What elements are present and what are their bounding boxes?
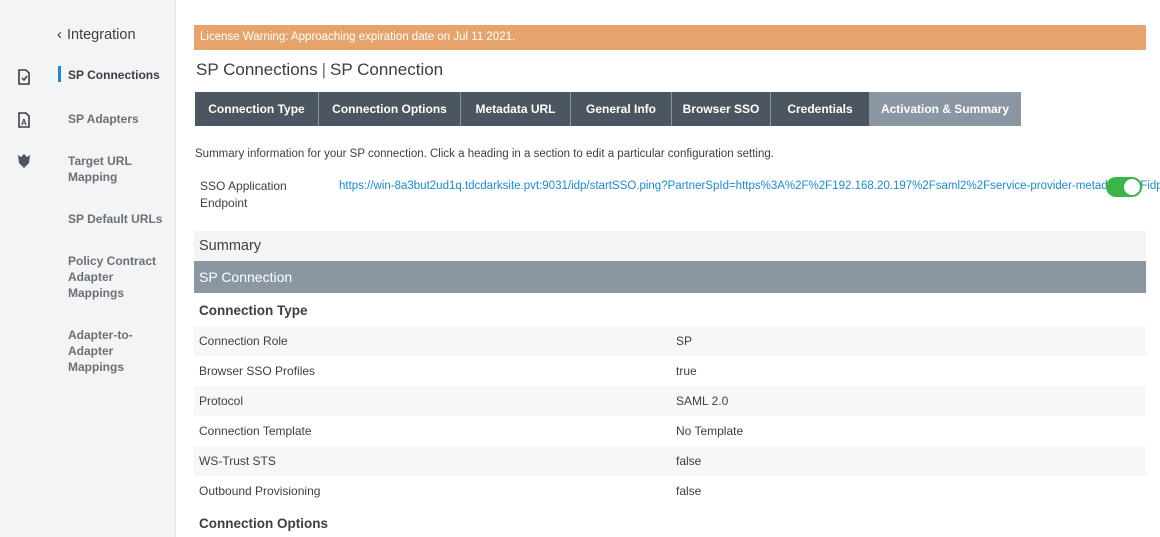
chevron-left-icon: ‹ [57,26,62,43]
breadcrumb-sp-connection: SP Connection [330,60,444,79]
tab-general-info[interactable]: General Info [571,92,672,126]
back-to-integration-link[interactable]: ‹ Integration [57,26,136,43]
svg-text:A: A [21,118,27,127]
row-key: Browser SSO Profiles [199,364,316,378]
subnav-item-sp-default-urls[interactable]: SP Default URLs [68,211,168,227]
row-value: No Template [676,424,744,438]
sso-endpoint-link[interactable]: https://win-8a3but2ud1q.tdcdarksite.pvt:… [339,178,1160,195]
icon-rail: A [0,0,47,537]
breadcrumb-sp-connections[interactable]: SP Connections [196,60,318,79]
row-value: SAML 2.0 [676,394,729,408]
breadcrumb-separator: | [321,60,327,79]
connection-options-heading[interactable]: Connection Options [199,516,328,531]
row-key: Connection Role [199,334,288,348]
row-value: true [676,364,697,378]
wizard-tabs: Connection Type Connection Options Metad… [195,92,1021,126]
row-key: Connection Template [199,424,312,438]
subnav-item-adapter-to-adapter-mappings[interactable]: Adapter-to-Adapter Mappings [68,327,168,375]
tab-connection-options[interactable]: Connection Options [319,92,461,126]
summary-row: Connection Role SP [194,326,1146,356]
row-key: WS-Trust STS [199,454,276,468]
license-warning-banner: License Warning: Approaching expiration … [194,25,1146,50]
shield-group-icon[interactable] [14,151,34,171]
sso-endpoint-label: SSO Application Endpoint [200,179,287,210]
summary-row: Protocol SAML 2.0 [194,386,1146,416]
active-indicator [58,66,61,82]
summary-row: Browser SSO Profiles true [194,356,1146,386]
main-content: License Warning: Approaching expiration … [194,0,1160,537]
sp-connection-section-header[interactable]: SP Connection [194,261,1146,293]
document-icon[interactable] [14,67,34,87]
connection-type-heading[interactable]: Connection Type [199,303,308,318]
row-value: false [676,454,702,468]
summary-row: WS-Trust STS false [194,446,1146,476]
tab-connection-type[interactable]: Connection Type [195,92,319,126]
toggle-knob [1124,179,1140,195]
file-a-icon[interactable]: A [14,110,34,130]
connection-status-toggle[interactable] [1106,177,1142,197]
tab-browser-sso[interactable]: Browser SSO [672,92,771,126]
row-key: Outbound Provisioning [199,484,321,498]
row-key: Protocol [199,394,244,408]
tab-credentials[interactable]: Credentials [771,92,870,126]
row-value: false [676,484,702,498]
tab-activation-summary[interactable]: Activation & Summary [870,92,1021,126]
sub-navigation: ‹ Integration SP Connections SP Adapters… [47,0,176,537]
page-title: SP Connections | SP Connection [196,60,443,80]
back-link-label: Integration [67,26,136,43]
summary-row: Outbound Provisioning false [194,476,1146,506]
subnav-item-sp-connections[interactable]: SP Connections [68,67,168,83]
intro-text: Summary information for your SP connecti… [195,148,774,160]
tab-metadata-url[interactable]: Metadata URL [461,92,571,126]
subnav-item-policy-contract-adapter-mappings[interactable]: Policy Contract Adapter Mappings [68,253,168,301]
summary-heading: Summary [194,231,1146,261]
row-value: SP [676,334,693,348]
subnav-item-sp-adapters[interactable]: SP Adapters [68,111,168,127]
summary-row: Connection Template No Template [194,416,1146,446]
subnav-item-target-url-mapping[interactable]: Target URL Mapping [68,153,168,185]
